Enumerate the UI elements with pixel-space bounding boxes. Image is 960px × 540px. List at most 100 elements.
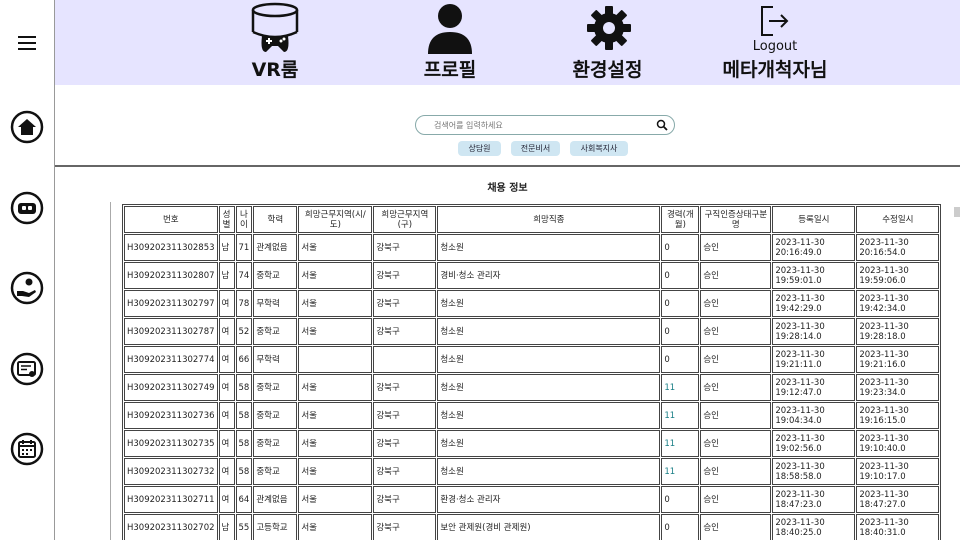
chip-secretary[interactable]: 전문비서 <box>511 141 560 156</box>
col-header-age: 나이 <box>235 206 253 233</box>
table-row[interactable]: H309202311302749 여 58 중학교 서울 강북구 청소원 11 승인 2023-1… <box>124 374 940 401</box>
scrollbar[interactable] <box>954 207 960 217</box>
table-row[interactable]: H309202311302774 여 66 무학력 청소원 0 승인 2023-11-30 1… <box>124 346 940 373</box>
table-row[interactable]: H309202311302702 남 55 고등학교 서울 강북구 보안 관제원(경비 관제… <box>124 514 940 540</box>
cell-id: H309202311302735 <box>124 430 218 457</box>
cell-status: 승인 <box>700 514 772 540</box>
cell-region-city: 서울 <box>298 234 373 261</box>
cell-job-type: 청소원 <box>437 318 661 345</box>
cell-age: 78 <box>235 290 253 317</box>
cell-gender: 여 <box>218 458 235 485</box>
calendar-icon[interactable] <box>10 432 44 466</box>
chip-counselor[interactable]: 상담원 <box>458 141 501 156</box>
cell-job-type: 청소원 <box>437 346 661 373</box>
cell-status: 승인 <box>700 262 772 289</box>
hand-coin-icon[interactable] <box>10 271 44 305</box>
cell-status: 승인 <box>700 458 772 485</box>
nav-profile-label: 프로필 <box>423 59 477 81</box>
gear-icon <box>587 6 631 50</box>
cell-education: 중학교 <box>253 402 298 429</box>
cell-registered: 2023-11-30 19:04:34.0 <box>772 402 856 429</box>
cell-registered: 2023-11-30 19:42:29.0 <box>772 290 856 317</box>
cell-career: 0 <box>661 234 700 261</box>
search-input[interactable] <box>434 118 634 133</box>
table-row[interactable]: H309202311302735 여 58 중학교 서울 강북구 청소원 11 승인 2023-1… <box>124 430 940 457</box>
table-body: H309202311302853 남 71 관계없음 서울 강북구 청소원 0 승인 2023-1… <box>124 234 940 540</box>
table-header-row: 번호 성별 나이 학력 희망근무지역(시/도) 희망근무지역(구) 희망직종 경… <box>124 206 940 233</box>
cell-status: 승인 <box>700 318 772 345</box>
table-row[interactable]: H309202311302853 남 71 관계없음 서울 강북구 청소원 0 승인 2023-1… <box>124 234 940 261</box>
cell-age: 58 <box>235 430 253 457</box>
col-header-job-type: 희망직종 <box>437 206 661 233</box>
search-icon[interactable] <box>656 119 668 131</box>
table-row[interactable]: H309202311302797 여 78 무학력 서울 강북구 청소원 0 승인 2023-11… <box>124 290 940 317</box>
cell-career: 0 <box>661 290 700 317</box>
cell-region-city: 서울 <box>298 318 373 345</box>
cell-gender: 여 <box>218 290 235 317</box>
cell-id: H309202311302702 <box>124 514 218 540</box>
sidebar <box>0 0 55 540</box>
table-row[interactable]: H309202311302787 여 52 중학교 서울 강북구 청소원 0 승인 2023-11… <box>124 318 940 345</box>
nav-profile[interactable]: 프로필 <box>410 0 490 85</box>
cell-age: 64 <box>235 486 253 513</box>
cell-job-type: 경비·청소 관리자 <box>437 262 661 289</box>
cell-registered: 2023-11-30 18:40:25.0 <box>772 514 856 540</box>
cell-job-type: 청소원 <box>437 402 661 429</box>
cell-modified: 2023-11-30 19:16:15.0 <box>856 402 940 429</box>
cell-education: 중학교 <box>253 458 298 485</box>
cell-career: 11 <box>661 458 700 485</box>
cell-education: 중학교 <box>253 430 298 457</box>
cell-id: H309202311302787 <box>124 318 218 345</box>
cell-region-district: 강북구 <box>373 458 437 485</box>
cell-job-type: 청소원 <box>437 430 661 457</box>
cell-status: 승인 <box>700 430 772 457</box>
cell-job-type: 보안 관제원(경비 관제원) <box>437 514 661 540</box>
cell-age: 58 <box>235 374 253 401</box>
cell-age: 71 <box>235 234 253 261</box>
home-icon[interactable] <box>10 110 44 144</box>
cell-modified: 2023-11-30 19:23:34.0 <box>856 374 940 401</box>
table-row[interactable]: H309202311302807 남 74 중학교 서울 강북구 경비·청소 관리자 0 승인 2… <box>124 262 940 289</box>
cell-status: 승인 <box>700 290 772 317</box>
cell-region-district: 강북구 <box>373 430 437 457</box>
table-row[interactable]: H309202311302732 여 58 중학교 서울 강북구 청소원 11 승인 2023-1… <box>124 458 940 485</box>
user-name-label: 메타개척자님 <box>722 59 828 81</box>
cell-region-district: 강북구 <box>373 290 437 317</box>
table-scroll-area[interactable]: 번호 성별 나이 학력 희망근무지역(시/도) 희망근무지역(구) 희망직종 경… <box>110 202 950 540</box>
vr-headset-icon[interactable] <box>10 191 44 225</box>
nav-settings[interactable]: 환경설정 <box>560 0 655 85</box>
cell-region-city: 서울 <box>298 514 373 540</box>
chip-social-worker[interactable]: 사회복지사 <box>570 141 628 156</box>
cell-registered: 2023-11-30 19:12:47.0 <box>772 374 856 401</box>
nav-settings-label: 환경설정 <box>572 59 643 81</box>
cell-id: H309202311302749 <box>124 374 218 401</box>
vr-room-icon <box>251 2 299 52</box>
table-row[interactable]: H309202311302711 여 64 관계없음 서울 강북구 환경·청소 관리자 0 승인… <box>124 486 940 513</box>
menu-icon[interactable] <box>18 36 36 50</box>
cell-education: 중학교 <box>253 374 298 401</box>
cell-age: 52 <box>235 318 253 345</box>
nav-vr-room[interactable]: VR룸 <box>240 0 310 85</box>
col-header-region-city: 희망근무지역(시/도) <box>298 206 373 233</box>
cell-id: H309202311302797 <box>124 290 218 317</box>
cell-gender: 여 <box>218 486 235 513</box>
cell-registered: 2023-11-30 18:47:23.0 <box>772 486 856 513</box>
table-row[interactable]: H309202311302736 여 58 중학교 서울 강북구 청소원 11 승인 2023-1… <box>124 402 940 429</box>
col-header-gender: 성별 <box>218 206 235 233</box>
cell-job-type: 환경·청소 관리자 <box>437 486 661 513</box>
cell-region-district: 강북구 <box>373 374 437 401</box>
cell-gender: 남 <box>218 262 235 289</box>
col-header-registered: 등록일시 <box>772 206 856 233</box>
cell-id: H309202311302711 <box>124 486 218 513</box>
cell-status: 승인 <box>700 346 772 373</box>
cell-gender: 남 <box>218 514 235 540</box>
cell-id: H309202311302774 <box>124 346 218 373</box>
cell-region-city: 서울 <box>298 290 373 317</box>
col-header-education: 학력 <box>253 206 298 233</box>
cell-gender: 여 <box>218 374 235 401</box>
document-search-icon[interactable] <box>10 352 44 386</box>
cell-registered: 2023-11-30 19:21:11.0 <box>772 346 856 373</box>
cell-modified: 2023-11-30 19:28:18.0 <box>856 318 940 345</box>
cell-career: 11 <box>661 430 700 457</box>
nav-logout[interactable]: Logout 메타개척자님 <box>715 0 835 85</box>
